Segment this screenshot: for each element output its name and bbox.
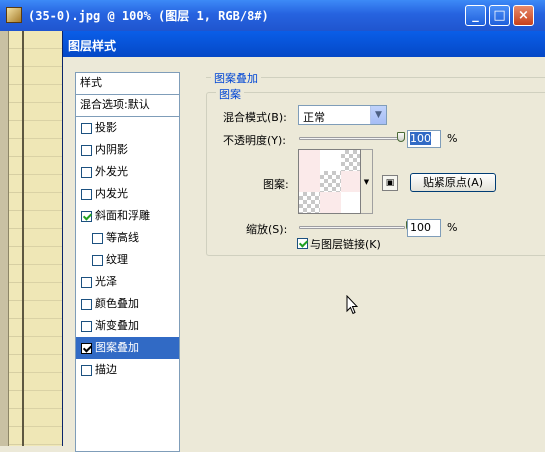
scale-slider-track[interactable] bbox=[299, 226, 405, 229]
style-item[interactable]: 外发光 bbox=[76, 161, 179, 183]
pattern-preview[interactable] bbox=[298, 149, 361, 214]
pattern-label: 图案: bbox=[263, 178, 289, 191]
style-item[interactable]: 光泽 bbox=[76, 271, 179, 293]
style-item-label: 斜面和浮雕 bbox=[95, 209, 150, 222]
dialog-title: 图层样式 bbox=[68, 39, 117, 53]
style-item[interactable]: 描边 bbox=[76, 359, 179, 381]
style-item-label: 内发光 bbox=[95, 187, 128, 200]
style-item[interactable]: 内发光 bbox=[76, 183, 179, 205]
style-item-label: 渐变叠加 bbox=[95, 319, 139, 332]
scale-label: 缩放(S): bbox=[246, 223, 288, 236]
style-item-checkbox[interactable] bbox=[81, 167, 92, 178]
style-item-checkbox[interactable] bbox=[81, 321, 92, 332]
style-item-checkbox[interactable] bbox=[81, 145, 92, 156]
dialog-titlebar[interactable]: 图层样式 bbox=[63, 31, 545, 57]
pattern-dropdown-arrow-icon[interactable]: ▼ bbox=[361, 149, 373, 214]
style-item-checkbox[interactable] bbox=[81, 299, 92, 310]
opacity-slider-thumb[interactable] bbox=[397, 132, 405, 142]
style-item-checkbox[interactable] bbox=[81, 365, 92, 376]
style-item-checkbox[interactable] bbox=[92, 233, 103, 244]
layer-style-dialog: 图层样式 样式 混合选项:默认 投影内阴影外发光内发光斜面和浮雕等高线纹理光泽颜… bbox=[62, 31, 545, 452]
pattern-group-title: 图案 bbox=[216, 86, 244, 102]
style-item[interactable]: 图案叠加 bbox=[76, 337, 179, 359]
style-item-label: 图案叠加 bbox=[95, 341, 139, 354]
style-item[interactable]: 投影 bbox=[76, 117, 179, 139]
style-item-checkbox[interactable] bbox=[81, 277, 92, 288]
scale-percent: % bbox=[447, 221, 458, 234]
minimize-icon: _ bbox=[472, 8, 479, 23]
document-titlebar[interactable]: (35-0).jpg @ 100% (图层 1, RGB/8#) _ □ × bbox=[0, 0, 545, 31]
new-preset-icon[interactable]: ▣ bbox=[382, 175, 398, 191]
style-item-label: 纹理 bbox=[106, 253, 128, 266]
style-items: 投影内阴影外发光内发光斜面和浮雕等高线纹理光泽颜色叠加渐变叠加图案叠加描边 bbox=[76, 117, 179, 381]
scale-value: 100 bbox=[410, 221, 431, 234]
document-title: (35-0).jpg @ 100% (图层 1, RGB/8#) bbox=[28, 9, 269, 23]
blend-mode-value: 正常 bbox=[303, 111, 325, 124]
style-list: 样式 混合选项:默认 投影内阴影外发光内发光斜面和浮雕等高线纹理光泽颜色叠加渐变… bbox=[75, 72, 180, 452]
style-item-label: 外发光 bbox=[95, 165, 128, 178]
link-with-layer-label: 与图层链接(K) bbox=[310, 238, 381, 251]
image-stripe bbox=[8, 31, 22, 446]
opacity-label: 不透明度(Y): bbox=[223, 134, 287, 147]
close-icon: × bbox=[518, 8, 529, 23]
minimize-button[interactable]: _ bbox=[465, 5, 486, 26]
style-item-checkbox[interactable] bbox=[81, 123, 92, 134]
style-item[interactable]: 斜面和浮雕 bbox=[76, 205, 179, 227]
style-item-checkbox[interactable] bbox=[81, 189, 92, 200]
style-item[interactable]: 内阴影 bbox=[76, 139, 179, 161]
style-item[interactable]: 颜色叠加 bbox=[76, 293, 179, 315]
blend-options-item[interactable]: 混合选项:默认 bbox=[76, 95, 179, 117]
style-item[interactable]: 等高线 bbox=[76, 227, 179, 249]
scale-input[interactable]: 100 bbox=[407, 219, 441, 237]
style-item-label: 投影 bbox=[95, 121, 117, 134]
photoshop-doc-icon bbox=[6, 7, 22, 23]
opacity-percent: % bbox=[447, 132, 458, 145]
maximize-button[interactable]: □ bbox=[489, 5, 510, 26]
style-item-label: 内阴影 bbox=[95, 143, 128, 156]
style-item-label: 描边 bbox=[95, 363, 117, 376]
style-item-label: 等高线 bbox=[106, 231, 139, 244]
pattern-overlay-group-title: 图案叠加 bbox=[211, 70, 261, 86]
style-list-header[interactable]: 样式 bbox=[76, 73, 179, 95]
link-with-layer-checkbox[interactable]: 与图层链接(K) bbox=[297, 236, 381, 252]
mouse-pointer-icon bbox=[346, 295, 358, 315]
snap-to-origin-button[interactable]: 贴紧原点(A) bbox=[410, 173, 496, 192]
style-item[interactable]: 纹理 bbox=[76, 249, 179, 271]
link-checkbox-box[interactable] bbox=[297, 238, 308, 249]
close-button[interactable]: × bbox=[513, 5, 534, 26]
image-stripe-2 bbox=[24, 31, 62, 446]
style-item[interactable]: 渐变叠加 bbox=[76, 315, 179, 337]
opacity-value: 100 bbox=[410, 132, 431, 145]
opacity-input[interactable]: 100 bbox=[407, 130, 441, 148]
style-item-checkbox[interactable] bbox=[92, 255, 103, 266]
style-item-label: 光泽 bbox=[95, 275, 117, 288]
style-item-checkbox[interactable] bbox=[81, 211, 92, 222]
opacity-slider-track[interactable] bbox=[299, 137, 405, 140]
style-item-label: 颜色叠加 bbox=[95, 297, 139, 310]
style-item-checkbox[interactable] bbox=[81, 343, 92, 354]
blend-mode-label: 混合模式(B): bbox=[223, 111, 287, 124]
chevron-down-icon[interactable]: ▼ bbox=[370, 106, 386, 124]
maximize-icon: □ bbox=[493, 8, 506, 23]
blend-mode-select[interactable]: 正常 ▼ bbox=[298, 105, 387, 125]
